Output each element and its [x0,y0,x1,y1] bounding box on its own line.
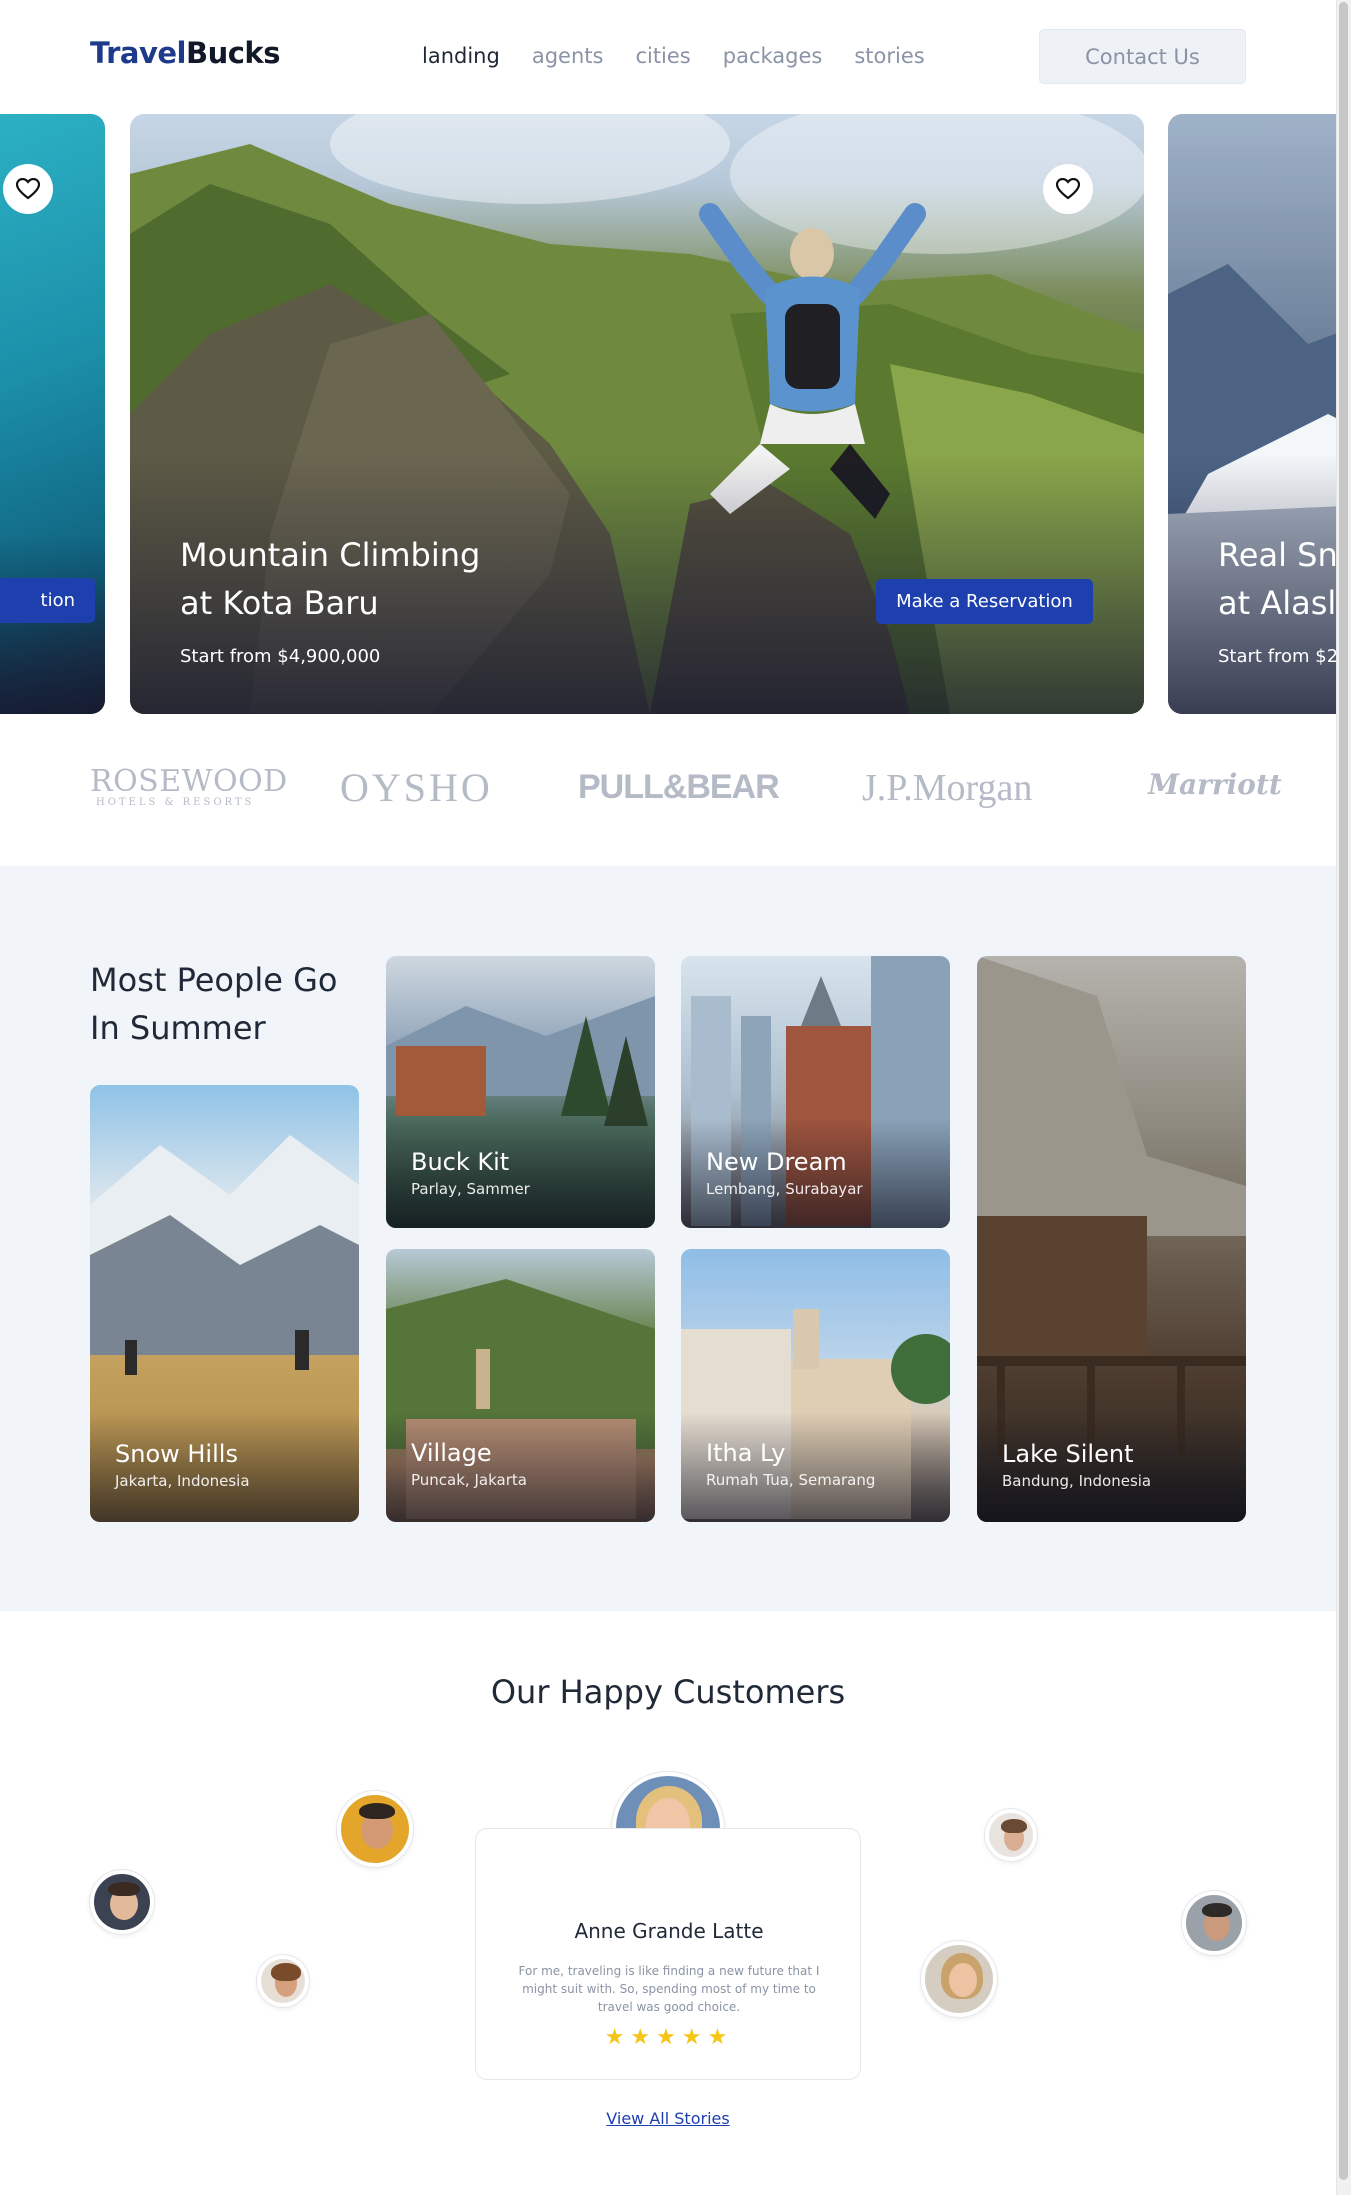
testimonial-name: Anne Grande Latte [574,1919,764,1943]
slide-title-line1: Mountain Climbing [180,536,481,574]
brand-marriott: Marriott [1148,768,1282,801]
customer-avatar[interactable] [921,1941,997,2017]
section-title: Our Happy Customers [490,1673,846,1711]
hero-carousel: tion Mountain Climbing at Kota Baru Star… [0,114,1336,714]
page-scrollbar[interactable] [1336,0,1351,2195]
slide-price: Start from $4,900,000 [180,646,381,667]
main-nav: landing agents cities packages stories [422,44,925,68]
brand-rosewood-name: ROSEWOOD [90,764,288,799]
slide-title: Real Sn at Alasl [1218,531,1336,627]
avatar-hair [108,1882,140,1896]
slide-title-line2: at Kota Baru [180,584,379,622]
hero-slide-center[interactable]: Mountain Climbing at Kota Baru Start fro… [130,114,1144,714]
card-location: Lembang, Surabayar [706,1180,863,1198]
brand-pullbear: PULL&BEAR [578,768,780,806]
customer-avatar[interactable] [1182,1891,1246,1955]
logo-bucks: Bucks [185,36,281,70]
customer-avatar[interactable] [257,1955,309,2007]
site-header: TravelBucks landing agents cities packag… [0,0,1336,115]
nav-packages[interactable]: packages [723,44,823,68]
slide-title: Mountain Climbing at Kota Baru [180,531,480,627]
slide-price: Start from $2 [1218,646,1336,667]
destination-card-new-dream[interactable]: New Dream Lembang, Surabayar [681,956,950,1228]
nav-cities[interactable]: cities [635,44,690,68]
rating-stars: ★★★★★ [604,2025,734,2050]
card-name: Lake Silent [1002,1440,1134,1468]
avatar-hair [271,1963,301,1981]
card-name: Snow Hills [115,1440,238,1468]
nav-stories[interactable]: stories [854,44,924,68]
logo[interactable]: TravelBucks [90,36,280,70]
destination-card-village[interactable]: Village Puncak, Jakarta [386,1249,655,1522]
scrollbar-thumb[interactable] [1339,2,1348,2180]
card-location: Puncak, Jakarta [411,1471,527,1489]
customer-avatar[interactable] [985,1809,1037,1861]
card-location: Parlay, Sammer [411,1180,530,1198]
card-location: Bandung, Indonesia [1002,1472,1152,1490]
card-name: Village [411,1439,492,1467]
testimonial-card: Anne Grande Latte For me, traveling is l… [475,1828,861,2080]
avatar-hair [1202,1903,1232,1917]
hero-slide-right[interactable]: Real Sn at Alasl Start from $2 [1168,114,1336,714]
destination-card-lake-silent[interactable]: Lake Silent Bandung, Indonesia [977,956,1246,1522]
hero-slide-left[interactable]: tion [0,114,105,714]
view-all-stories-link[interactable]: View All Stories [606,2109,729,2128]
slide-overlay [0,534,105,714]
heart-icon[interactable] [3,164,53,214]
section-title: Most People Go In Summer [90,956,337,1052]
section-title-line1: Most People Go [90,961,338,999]
card-name: Itha Ly [706,1439,786,1467]
avatar-face [949,1963,977,1997]
brand-jpmorgan: J.P.Morgan [862,767,1033,809]
nav-landing[interactable]: landing [422,44,500,68]
summer-destinations-section: Most People Go In Summer Snow Hills Jaka… [0,866,1336,1611]
reservation-button-left[interactable]: tion [0,578,95,623]
heart-icon[interactable] [1043,164,1093,214]
card-name: New Dream [706,1148,847,1176]
brand-logos: ROSEWOOD HOTELS & RESORTS OYSHO PULL&BEA… [0,714,1336,866]
view-all-wrapper: View All Stories [0,2109,1336,2128]
customer-avatar[interactable] [337,1791,413,1867]
nav-agents[interactable]: agents [532,44,604,68]
card-shade [386,1412,655,1522]
card-location: Rumah Tua, Semarang [706,1471,876,1489]
avatar-hair [359,1803,395,1819]
card-location: Jakarta, Indonesia [115,1472,250,1490]
slide-title-line2: at Alasl [1218,584,1336,622]
destination-card-snow-hills[interactable]: Snow Hills Jakarta, Indonesia [90,1085,359,1522]
card-name: Buck Kit [411,1148,510,1176]
brand-rosewood: ROSEWOOD HOTELS & RESORTS [90,764,288,808]
contact-us-button[interactable]: Contact Us [1039,29,1246,84]
testimonial-quote: For me, traveling is like finding a new … [518,1964,820,2014]
destination-card-itha-ly[interactable]: Itha Ly Rumah Tua, Semarang [681,1249,950,1522]
logo-travel: Travel [90,36,186,70]
card-shade [681,1412,950,1522]
make-reservation-button[interactable]: Make a Reservation [876,579,1093,624]
brand-oysho: OYSHO [340,765,493,810]
section-title-line2: In Summer [90,1009,266,1047]
slide-title-line1: Real Sn [1218,536,1336,574]
customer-avatar[interactable] [90,1870,154,1934]
destination-card-buck-kit[interactable]: Buck Kit Parlay, Sammer [386,956,655,1228]
avatar-hair [1001,1819,1027,1833]
happy-customers-section: Our Happy Customers Anne Grande Latte Fo… [0,1611,1336,2195]
